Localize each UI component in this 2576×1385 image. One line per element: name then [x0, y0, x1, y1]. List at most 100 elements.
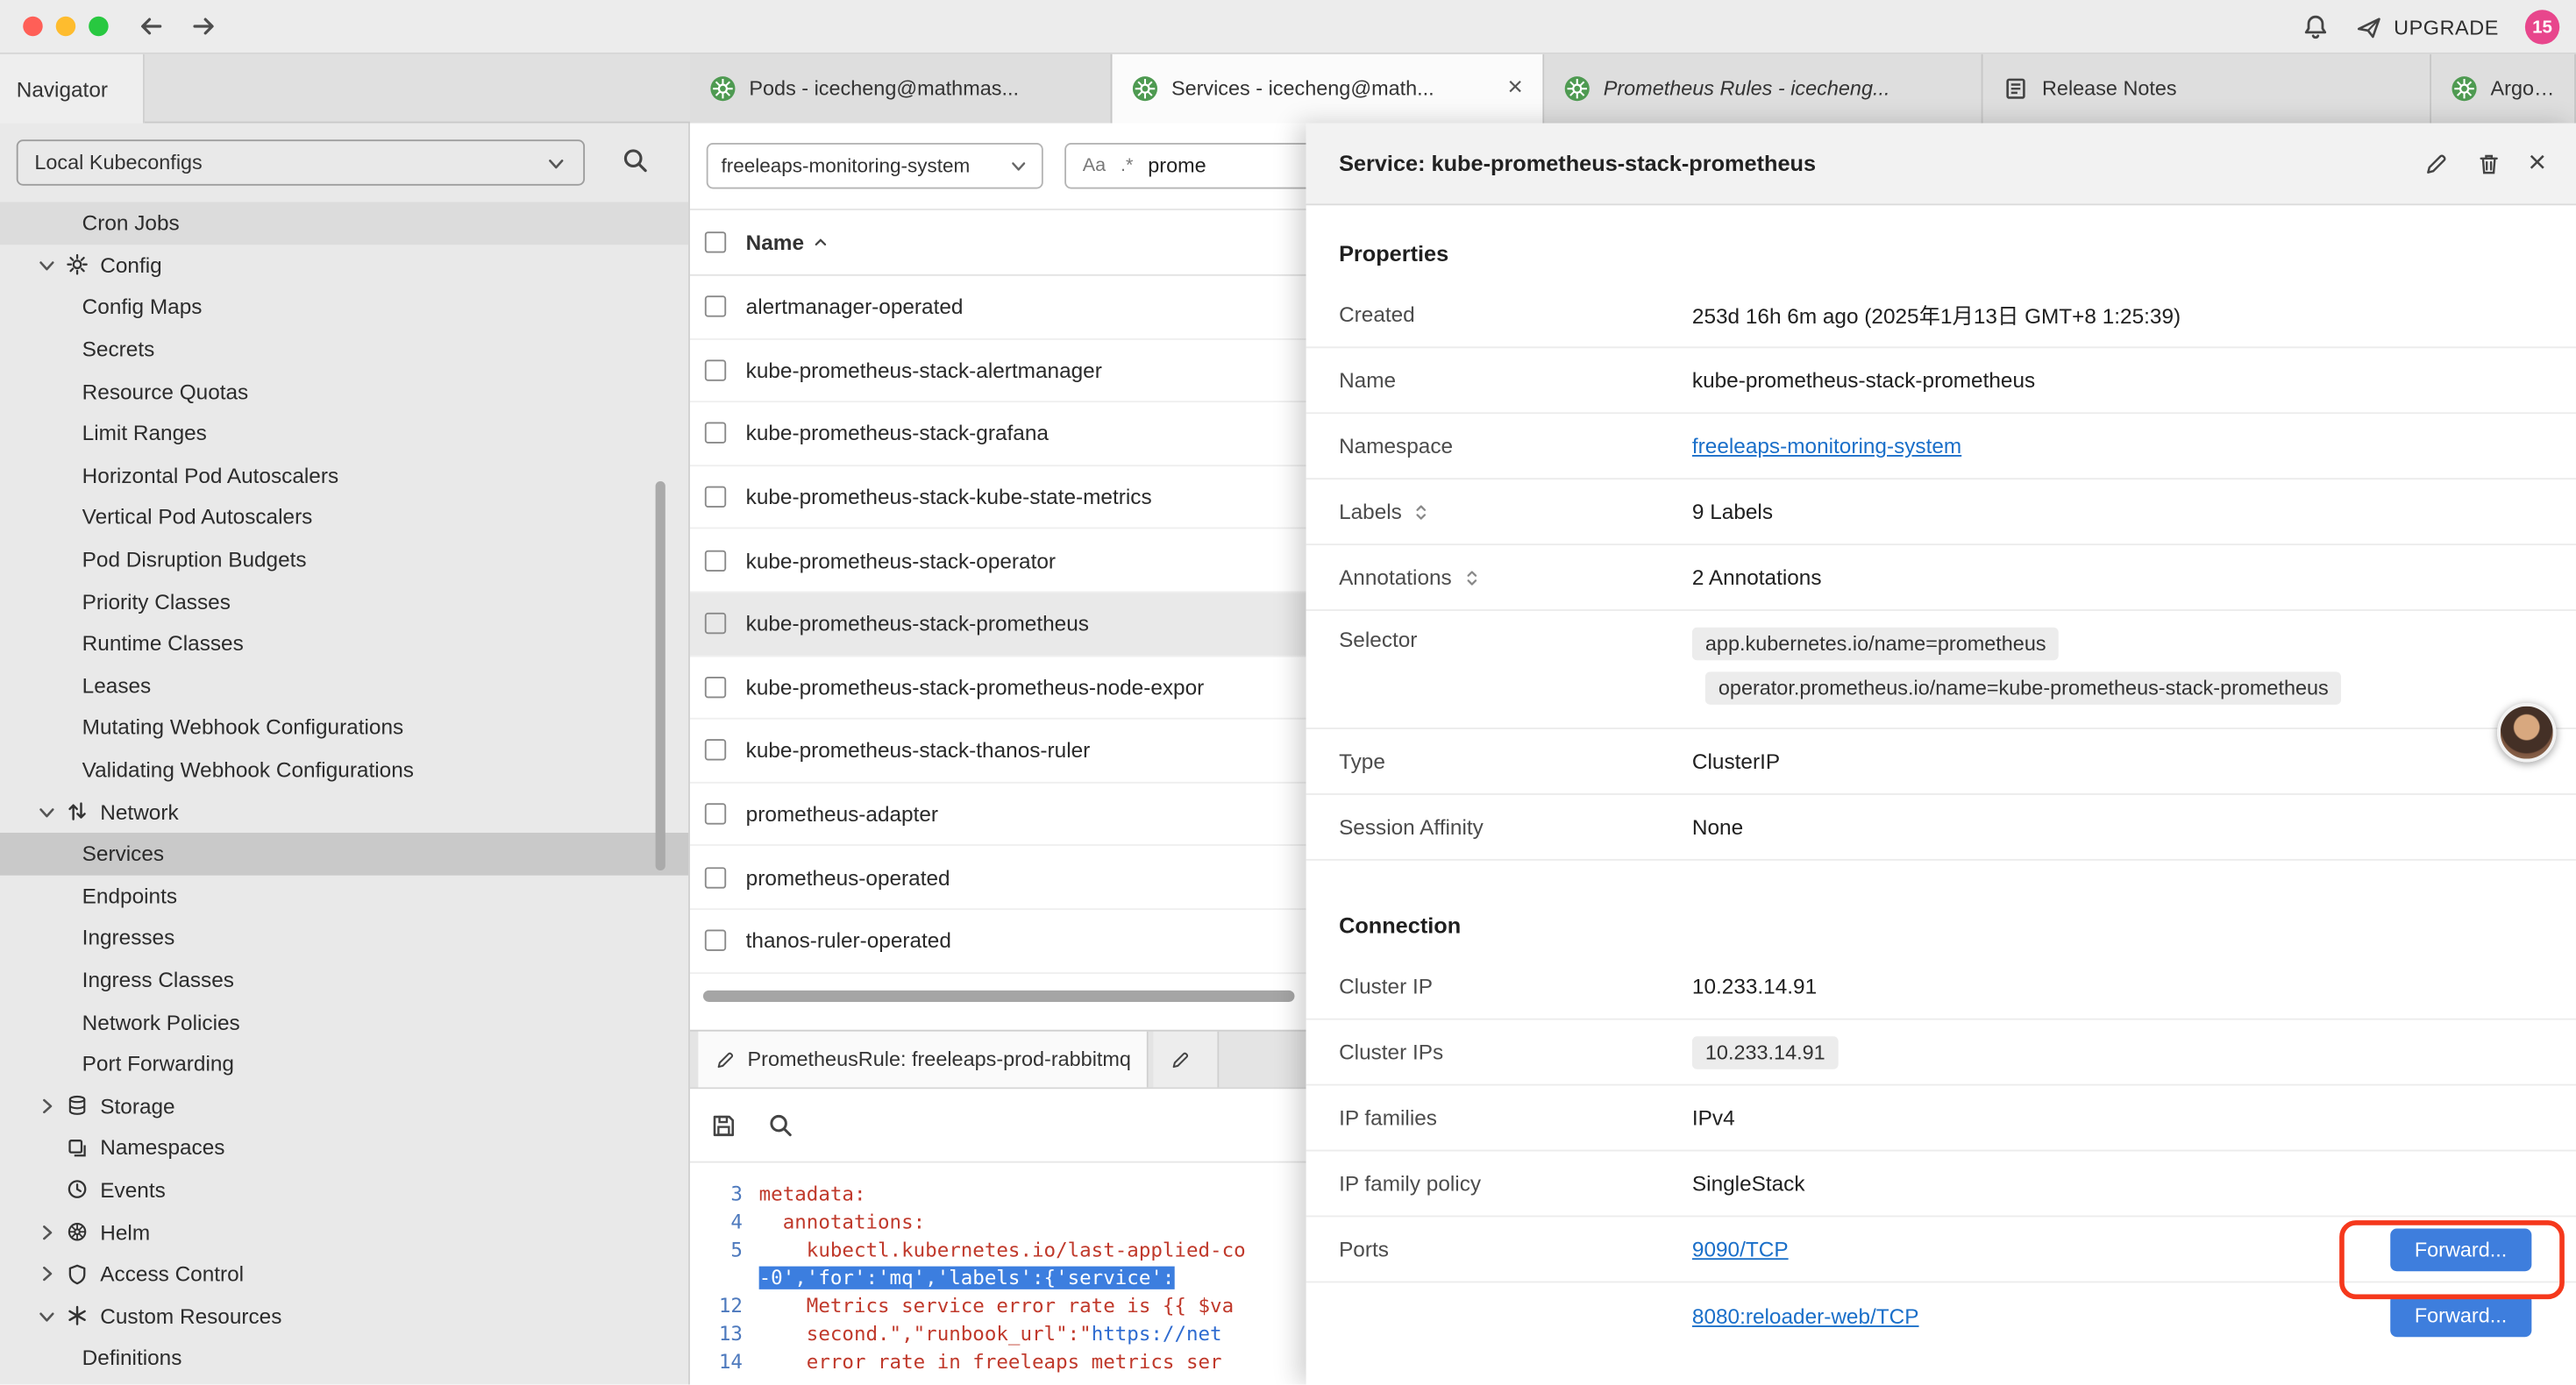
- sidebar-group-helm[interactable]: Helm: [0, 1211, 690, 1253]
- row-checkbox[interactable]: [705, 867, 726, 888]
- table-row[interactable]: kube-prometheus-stack-grafana: [690, 402, 1306, 465]
- sidebar-item-services[interactable]: Services: [0, 833, 690, 875]
- port-link-9090[interactable]: 9090/TCP: [1692, 1237, 1789, 1261]
- code-line: 12 Metrics service error rate is {{ $va: [690, 1291, 1306, 1319]
- table-row[interactable]: kube-prometheus-stack-thanos-ruler: [690, 720, 1306, 783]
- yaml-editor[interactable]: 3metadata: 4 annotations: 5 kubectl.kube…: [690, 1163, 1306, 1385]
- sidebar-item-priority-classes[interactable]: Priority Classes: [0, 580, 690, 622]
- search-input[interactable]: Aa .* prome: [1064, 143, 1306, 188]
- sidebar-item-definitions[interactable]: Definitions: [0, 1337, 690, 1379]
- sidebar-item-leases[interactable]: Leases: [0, 664, 690, 707]
- sidebar-group-network[interactable]: Network: [0, 791, 690, 833]
- sidebar-item-ingress-classes[interactable]: Ingress Classes: [0, 959, 690, 1001]
- row-checkbox[interactable]: [705, 613, 726, 634]
- select-all-checkbox[interactable]: [705, 231, 726, 252]
- sidebar-item-limit-ranges[interactable]: Limit Ranges: [0, 412, 690, 454]
- sidebar-item-runtime-classes[interactable]: Runtime Classes: [0, 622, 690, 664]
- row-checkbox[interactable]: [705, 359, 726, 380]
- tab-pods[interactable]: Pods - icecheng@mathmas...: [690, 54, 1113, 124]
- pencil-icon: [715, 1048, 736, 1069]
- row-checkbox[interactable]: [705, 930, 726, 951]
- table-row[interactable]: kube-prometheus-stack-operator: [690, 529, 1306, 593]
- port-link-8080[interactable]: 8080:reloader-web/TCP: [1692, 1303, 1919, 1328]
- chevron-down-icon: [36, 801, 57, 822]
- row-checkbox[interactable]: [705, 423, 726, 444]
- sidebar-item-secrets[interactable]: Secrets: [0, 328, 690, 370]
- close-window-button[interactable]: [23, 17, 42, 36]
- sidebar-item-ingresses[interactable]: Ingresses: [0, 917, 690, 959]
- sidebar-group-storage[interactable]: Storage: [0, 1085, 690, 1127]
- table-row[interactable]: kube-prometheus-stack-prometheus-node-ex…: [690, 657, 1306, 720]
- table-row-selected[interactable]: kube-prometheus-stack-prometheus: [690, 593, 1306, 656]
- regex-toggle[interactable]: .*: [1121, 156, 1133, 175]
- connection-row-cluster-ips: Cluster IPs 10.233.14.91: [1306, 1020, 2576, 1086]
- row-checkbox[interactable]: [705, 803, 726, 824]
- forward-button[interactable]: Forward...: [2390, 1294, 2532, 1337]
- sidebar-item-port-forwarding[interactable]: Port Forwarding: [0, 1043, 690, 1085]
- maximize-window-button[interactable]: [89, 17, 108, 36]
- table-row[interactable]: alertmanager-operated: [690, 276, 1306, 339]
- expand-icon[interactable]: [1412, 501, 1431, 521]
- sidebar-item-endpoints[interactable]: Endpoints: [0, 875, 690, 917]
- sidebar-item-resource-quotas[interactable]: Resource Quotas: [0, 370, 690, 412]
- horizontal-scrollbar[interactable]: [703, 991, 1295, 1002]
- table-row[interactable]: kube-prometheus-stack-kube-state-metrics: [690, 466, 1306, 529]
- forward-button[interactable]: Forward...: [2390, 1228, 2532, 1271]
- forward-button[interactable]: [190, 13, 217, 39]
- close-drawer-icon[interactable]: ×: [2528, 148, 2546, 180]
- tab-prometheus-rules[interactable]: Prometheus Rules - icecheng...: [1544, 54, 1982, 124]
- row-checkbox[interactable]: [705, 740, 726, 761]
- code-line: -0','for':'mq','labels':{'service':: [690, 1263, 1306, 1291]
- sidebar-group-custom-resources[interactable]: Custom Resources: [0, 1295, 690, 1337]
- table-row[interactable]: prometheus-operated: [690, 847, 1306, 910]
- tab-release-notes[interactable]: Release Notes: [1983, 54, 2432, 124]
- search-icon[interactable]: [767, 1112, 793, 1138]
- kubeconfig-selector[interactable]: Local Kubeconfigs: [17, 139, 585, 185]
- chevron-right-icon: [36, 1221, 57, 1242]
- table-row[interactable]: prometheus-adapter: [690, 783, 1306, 846]
- table-row[interactable]: thanos-ruler-operated: [690, 910, 1306, 973]
- sidebar-scrollbar[interactable]: [656, 481, 665, 870]
- trash-icon[interactable]: [2475, 150, 2501, 176]
- namespace-link[interactable]: freeleaps-monitoring-system: [1692, 434, 1961, 458]
- sidebar-item-events[interactable]: Events: [0, 1168, 690, 1211]
- editor-tab-prometheusrule[interactable]: PrometheusRule: freeleaps-prod-rabbitmq: [698, 1032, 1149, 1088]
- sidebar-item-cron-jobs[interactable]: Cron Jobs: [0, 202, 690, 244]
- selector-chip: operator.prometheus.io/name=kube-prometh…: [1705, 671, 2342, 704]
- sidebar-item-validating-webhook-configurations[interactable]: Validating Webhook Configurations: [0, 749, 690, 791]
- notification-count-badge[interactable]: 15: [2525, 10, 2559, 44]
- upgrade-button[interactable]: UPGRADE: [2356, 14, 2499, 40]
- row-checkbox[interactable]: [705, 296, 726, 317]
- row-checkbox[interactable]: [705, 677, 726, 698]
- minimize-window-button[interactable]: [56, 17, 75, 36]
- sidebar-item-network-policies[interactable]: Network Policies: [0, 1001, 690, 1043]
- notifications-bell-icon[interactable]: [2302, 13, 2330, 41]
- sidebar-item-config-maps[interactable]: Config Maps: [0, 286, 690, 328]
- table-row[interactable]: kube-prometheus-stack-alertmanager: [690, 339, 1306, 402]
- editor-tab-partial[interactable]: [1154, 1032, 1220, 1088]
- sidebar-group-access-control[interactable]: Access Control: [0, 1253, 690, 1295]
- namespace-selector[interactable]: freeleaps-monitoring-system: [707, 143, 1043, 188]
- services-table: alertmanager-operated kube-prometheus-st…: [690, 276, 1306, 973]
- edit-icon[interactable]: [2423, 150, 2450, 176]
- match-case-toggle[interactable]: Aa: [1083, 156, 1106, 175]
- tab-services[interactable]: Services - icecheng@math... ×: [1112, 54, 1544, 124]
- name-column-header[interactable]: Name: [746, 230, 830, 254]
- sidebar-item-horizontal-pod-autoscalers[interactable]: Horizontal Pod Autoscalers: [0, 454, 690, 496]
- row-checkbox[interactable]: [705, 550, 726, 571]
- expand-icon[interactable]: [1462, 567, 1481, 586]
- tab-argo[interactable]: Argo Se: [2431, 54, 2576, 124]
- connection-row-ip-family-policy: IP family policy SingleStack: [1306, 1151, 2576, 1217]
- close-tab-icon[interactable]: ×: [1507, 75, 1523, 102]
- search-icon[interactable]: [621, 146, 649, 174]
- sidebar-item-namespaces[interactable]: Namespaces: [0, 1126, 690, 1168]
- sidebar-item-pod-disruption-budgets[interactable]: Pod Disruption Budgets: [0, 538, 690, 580]
- sidebar-item-mutating-webhook-configurations[interactable]: Mutating Webhook Configurations: [0, 707, 690, 749]
- back-button[interactable]: [138, 13, 164, 39]
- row-checkbox[interactable]: [705, 487, 726, 508]
- drawer-header: Service: kube-prometheus-stack-prometheu…: [1306, 124, 2576, 206]
- save-icon[interactable]: [709, 1112, 737, 1140]
- sidebar-item-vertical-pod-autoscalers[interactable]: Vertical Pod Autoscalers: [0, 496, 690, 538]
- floating-avatar[interactable]: [2497, 703, 2556, 762]
- sidebar-group-config[interactable]: Config: [0, 244, 690, 286]
